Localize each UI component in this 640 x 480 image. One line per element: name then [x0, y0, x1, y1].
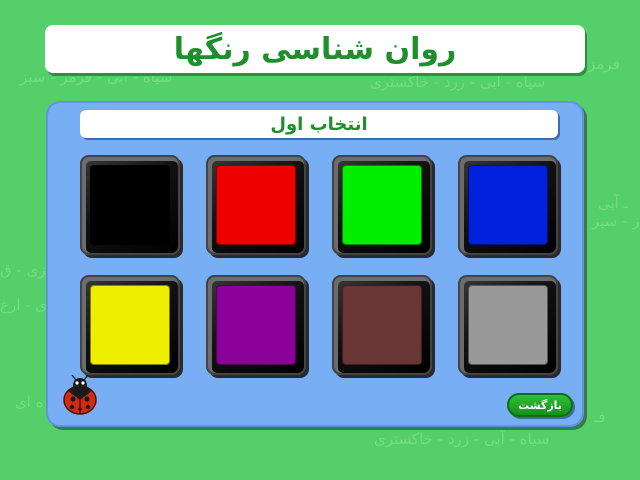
color-swatch	[90, 285, 170, 365]
background-text: ز - سبز	[592, 212, 640, 230]
background-text: ـ آبی	[598, 194, 629, 212]
background-text: قرمز	[588, 55, 620, 73]
background-text: زی - ق	[0, 261, 46, 279]
color-tile-yellow[interactable]	[80, 275, 180, 375]
color-choice-panel: انتخاب اول بازگشت	[46, 101, 584, 427]
background-text: قـ	[594, 408, 606, 426]
background-text: ه ای	[15, 393, 44, 411]
back-button[interactable]: بازگشت	[507, 393, 573, 417]
color-tile-green[interactable]	[332, 155, 432, 255]
panel-subtitle: انتخاب اول	[270, 113, 368, 135]
title-bar: روان شناسی رنگها	[45, 25, 585, 73]
ladybug-icon	[63, 374, 97, 415]
color-swatch	[216, 285, 296, 365]
color-tile-blue[interactable]	[458, 155, 558, 255]
color-tile-purple[interactable]	[206, 275, 306, 375]
color-swatch	[342, 165, 422, 245]
color-swatch	[90, 165, 170, 245]
color-tile-black[interactable]	[80, 155, 180, 255]
color-tile-brown[interactable]	[332, 275, 432, 375]
subtitle-bar: انتخاب اول	[80, 110, 558, 138]
color-tile-red[interactable]	[206, 155, 306, 255]
color-swatch	[216, 165, 296, 245]
color-swatch	[468, 165, 548, 245]
page-title: روان شناسی رنگها	[173, 31, 457, 67]
color-tile-gray[interactable]	[458, 275, 558, 375]
background-text: سیاه - آبی - زرد - خاکستری	[370, 73, 546, 91]
background-text: ی - ارغ	[0, 296, 48, 314]
background-text: سیاه - آبی - زرد - خاکستری	[374, 430, 550, 448]
color-swatch	[342, 285, 422, 365]
color-swatch	[468, 285, 548, 365]
